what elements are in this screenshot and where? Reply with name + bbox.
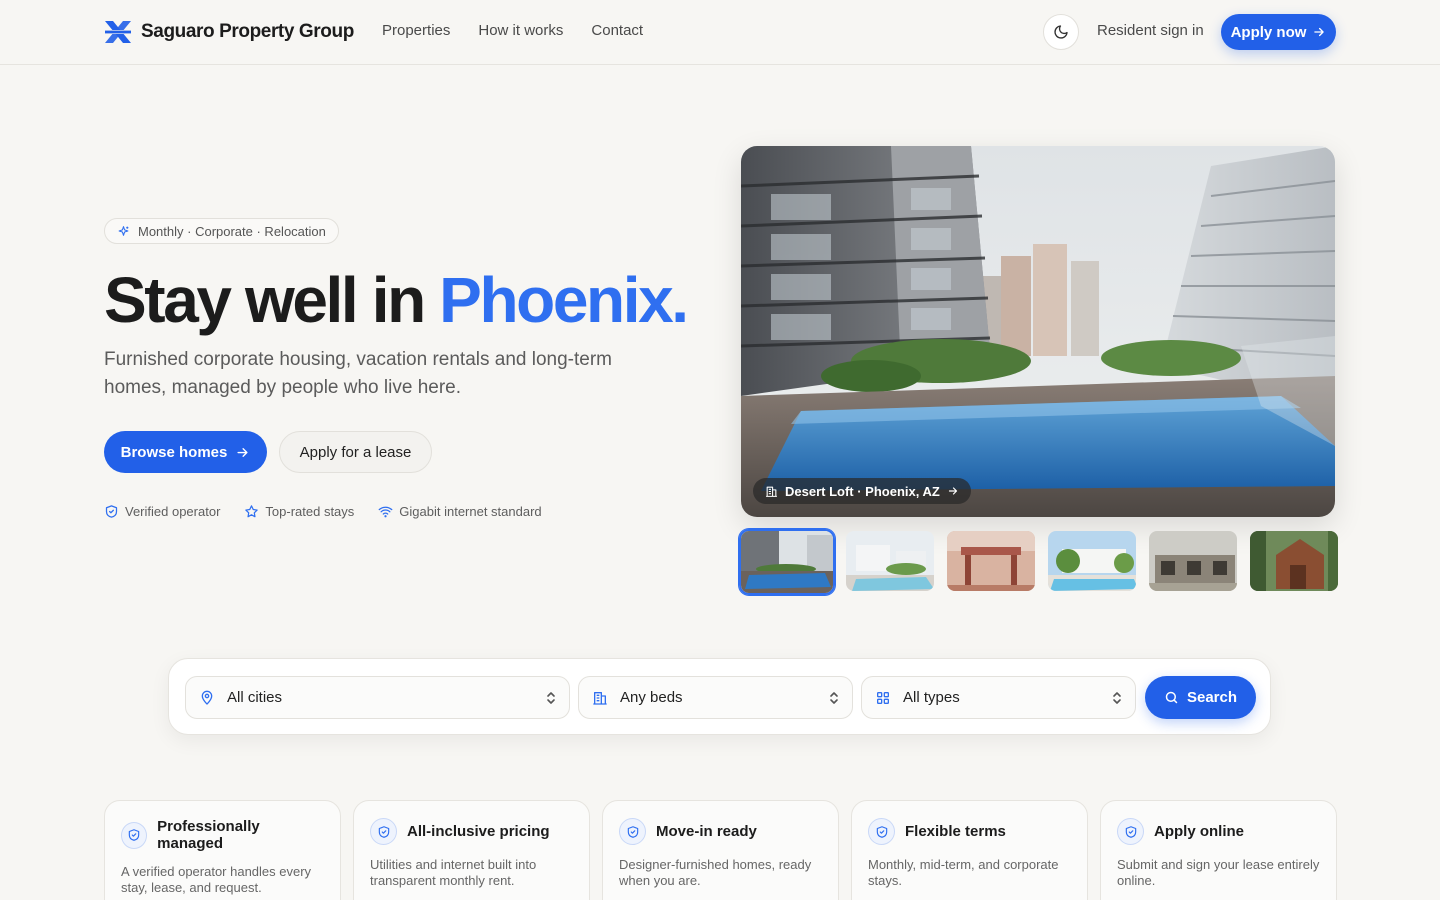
hero-property-photo[interactable] bbox=[741, 146, 1335, 517]
thumbnail-1[interactable] bbox=[739, 529, 835, 595]
thumbnail-5[interactable] bbox=[1147, 529, 1239, 593]
shield-check-icon bbox=[1117, 818, 1144, 845]
feature-title: Apply online bbox=[1154, 823, 1244, 840]
thumbnail-image bbox=[1048, 531, 1136, 591]
arrow-right-icon bbox=[948, 487, 957, 495]
arrow-right-icon bbox=[1314, 27, 1325, 37]
trust-item: Verified operator bbox=[104, 504, 220, 519]
thumbnail-2[interactable] bbox=[844, 529, 936, 593]
shield-check-icon bbox=[868, 818, 895, 845]
city-select-value: All cities bbox=[227, 689, 283, 706]
feature-card: Professionally managed A verified operat… bbox=[104, 800, 341, 900]
star-icon bbox=[245, 505, 259, 518]
browse-homes-label: Browse homes bbox=[120, 443, 228, 461]
search-icon bbox=[1165, 691, 1178, 704]
feature-title: Flexible terms bbox=[905, 823, 1006, 840]
property-location-label: Desert Loft · Phoenix, AZ bbox=[785, 483, 940, 499]
feature-title: Move-in ready bbox=[656, 823, 757, 840]
feature-card: Move-in ready Designer-furnished homes, … bbox=[602, 800, 839, 900]
resident-sign-in-link[interactable]: Resident sign in bbox=[1097, 22, 1204, 39]
beds-select-value: Any beds bbox=[620, 689, 683, 706]
shield-check-icon bbox=[105, 505, 118, 518]
brand-mark-icon bbox=[105, 21, 131, 43]
headline-main: Stay well in bbox=[104, 264, 440, 336]
wifi-icon bbox=[378, 506, 393, 518]
thumbnail-image bbox=[1149, 531, 1237, 591]
chevron-updown-icon bbox=[830, 691, 838, 704]
nav-link-properties[interactable]: Properties bbox=[382, 22, 450, 39]
thumbnail-6[interactable] bbox=[1248, 529, 1340, 593]
feature-description: Submit and sign your lease entirely onli… bbox=[1117, 857, 1320, 888]
hero-subtitle: Furnished corporate housing, vacation re… bbox=[104, 349, 613, 398]
property-photo-illustration bbox=[741, 146, 1335, 517]
browse-homes-button[interactable]: Browse homes bbox=[104, 431, 267, 473]
shield-check-icon bbox=[370, 818, 397, 845]
shield-check-icon bbox=[619, 818, 646, 845]
chevron-updown-icon bbox=[547, 691, 555, 704]
sparkle-icon bbox=[118, 225, 129, 236]
top-nav: Saguaro Property Group Properties How it… bbox=[0, 0, 1440, 65]
map-pin-icon bbox=[201, 690, 213, 705]
city-select[interactable]: All cities bbox=[185, 676, 570, 719]
theme-toggle-button[interactable] bbox=[1043, 14, 1079, 50]
feature-title: All-inclusive pricing bbox=[407, 823, 550, 840]
feature-card: Flexible terms Monthly, mid-term, and co… bbox=[851, 800, 1088, 900]
photo-thumbnails bbox=[739, 529, 1340, 595]
type-select[interactable]: All types bbox=[861, 676, 1136, 719]
apply-lease-button[interactable]: Apply for a lease bbox=[279, 431, 432, 473]
grid-icon bbox=[877, 691, 889, 704]
property-location-tag[interactable]: Desert Loft · Phoenix, AZ bbox=[753, 478, 971, 504]
trust-label: Gigabit internet standard bbox=[399, 504, 542, 519]
apply-now-label: Apply now bbox=[1230, 23, 1307, 41]
nav-link-contact[interactable]: Contact bbox=[591, 22, 643, 39]
arrow-right-icon bbox=[237, 447, 248, 457]
thumbnail-image bbox=[1250, 531, 1338, 591]
apply-now-button[interactable]: Apply now bbox=[1221, 14, 1336, 50]
primary-nav: Properties How it works Contact bbox=[382, 22, 643, 39]
eyebrow-pill: Monthly · Corporate · Relocation bbox=[104, 218, 339, 244]
feature-description: A verified operator handles every stay, … bbox=[121, 864, 312, 895]
feature-description: Designer-furnished homes, ready when you… bbox=[619, 857, 812, 888]
brand-logo[interactable]: Saguaro Property Group bbox=[103, 18, 354, 46]
brand-name: Saguaro Property Group bbox=[141, 21, 354, 42]
thumbnail-3[interactable] bbox=[945, 529, 1037, 593]
nav-link-how-it-works[interactable]: How it works bbox=[478, 22, 563, 39]
thumbnail-image bbox=[741, 531, 833, 593]
feature-description: Utilities and internet built into transp… bbox=[370, 857, 537, 888]
trust-label: Top-rated stays bbox=[265, 504, 355, 519]
trust-item: Top-rated stays bbox=[244, 504, 354, 519]
thumbnail-image bbox=[947, 531, 1035, 591]
apply-lease-label: Apply for a lease bbox=[299, 443, 412, 461]
building-icon bbox=[593, 691, 607, 705]
chevron-updown-icon bbox=[1113, 691, 1121, 704]
trust-badges: Verified operator Top-rated stays Gigabi… bbox=[104, 504, 542, 519]
thumbnail-4[interactable] bbox=[1046, 529, 1138, 593]
beds-select[interactable]: Any beds bbox=[578, 676, 853, 719]
moon-icon bbox=[1054, 25, 1068, 39]
search-button-label: Search bbox=[1186, 689, 1238, 706]
type-select-value: All types bbox=[903, 689, 960, 706]
shield-check-icon bbox=[121, 821, 148, 849]
feature-title: Professionally managed bbox=[157, 818, 260, 852]
feature-cards: Professionally managed A verified operat… bbox=[104, 800, 1337, 900]
property-search-bar: All cities Any beds All types Search bbox=[168, 658, 1271, 735]
hero-headline: Stay well in Phoenix. bbox=[104, 262, 689, 338]
thumbnail-image bbox=[846, 531, 934, 591]
eyebrow-text: Monthly · Corporate · Relocation bbox=[138, 223, 326, 239]
trust-item: Gigabit internet standard bbox=[378, 504, 542, 519]
feature-card: All-inclusive pricing Utilities and inte… bbox=[353, 800, 590, 900]
search-button[interactable]: Search bbox=[1145, 676, 1256, 719]
feature-description: Monthly, mid-term, and corporate stays. bbox=[868, 857, 1059, 888]
building-icon bbox=[766, 486, 777, 497]
trust-label: Verified operator bbox=[125, 504, 221, 519]
headline-accent: Phoenix. bbox=[439, 264, 689, 336]
feature-card: Apply online Submit and sign your lease … bbox=[1100, 800, 1337, 900]
